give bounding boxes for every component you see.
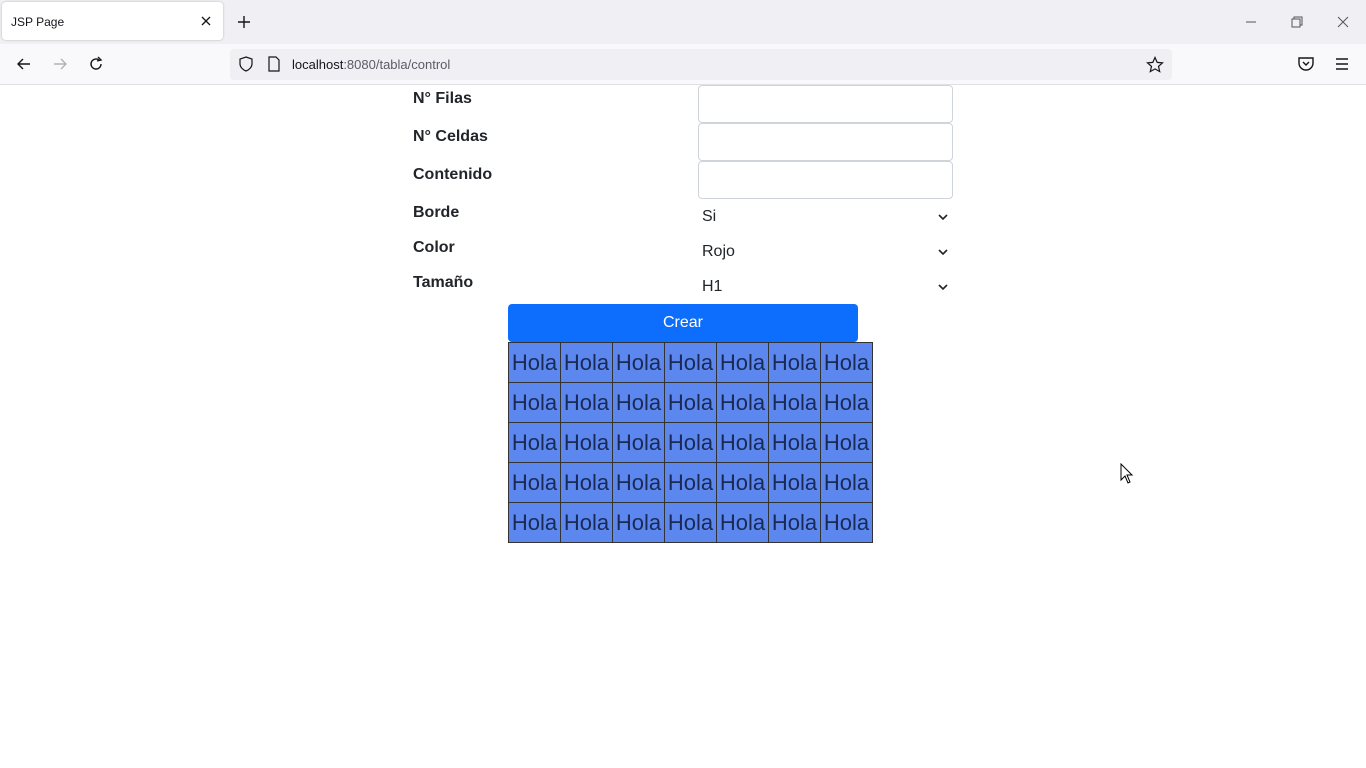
- table-cell: Hola: [612, 342, 665, 383]
- reload-icon[interactable]: [86, 54, 106, 74]
- url-bar[interactable]: localhost:8080/tabla/control: [230, 49, 1172, 80]
- table-cell: Hola: [664, 422, 717, 463]
- table-body: Hola Hola Hola Hola Hola Hola Hola Hola Hola Hola…: [508, 342, 873, 543]
- page-icon[interactable]: [266, 56, 282, 72]
- table-cell: Hola: [508, 502, 561, 543]
- table-cell: Hola: [612, 422, 665, 463]
- table-cell: Hola: [508, 462, 561, 503]
- browser-nav-bar: localhost:8080/tabla/control: [0, 44, 1366, 85]
- close-window-icon[interactable]: [1333, 12, 1353, 32]
- close-tab-icon[interactable]: [198, 13, 214, 29]
- forward-icon[interactable]: [50, 54, 70, 74]
- table-cell: Hola: [664, 462, 717, 503]
- mouse-cursor-icon: [1120, 463, 1134, 484]
- table-cell: Hola: [612, 502, 665, 543]
- table-cell: Hola: [508, 342, 561, 383]
- tamano-select[interactable]: H1: [698, 272, 953, 302]
- table-cell: Hola: [820, 382, 873, 423]
- back-icon[interactable]: [14, 54, 34, 74]
- chevron-down-icon: [938, 214, 948, 221]
- table-row: Hola Hola Hola Hola Hola Hola Hola: [508, 382, 873, 423]
- table-cell: Hola: [820, 342, 873, 383]
- table-cell: Hola: [768, 342, 821, 383]
- table-cell: Hola: [820, 422, 873, 463]
- color-label: Color: [413, 239, 455, 256]
- table-cell: Hola: [716, 422, 769, 463]
- chevron-down-icon: [938, 249, 948, 256]
- table-cell: Hola: [612, 382, 665, 423]
- table-cell: Hola: [560, 422, 613, 463]
- borde-select-value: Si: [702, 208, 717, 225]
- generated-table: Hola Hola Hola Hola Hola Hola Hola Hola Hola Hola…: [508, 342, 873, 543]
- menu-icon[interactable]: [1332, 54, 1352, 74]
- url-host: localhost: [292, 57, 344, 72]
- table-cell: Hola: [664, 382, 717, 423]
- table-cell: Hola: [560, 382, 613, 423]
- borde-select[interactable]: Si: [698, 202, 953, 232]
- table-cell: Hola: [560, 502, 613, 543]
- table-cell: Hola: [820, 462, 873, 503]
- table-cell: Hola: [716, 382, 769, 423]
- table-cell: Hola: [716, 502, 769, 543]
- table-cell: Hola: [768, 502, 821, 543]
- table-cell: Hola: [768, 422, 821, 463]
- celdas-label: N° Celdas: [413, 128, 488, 145]
- new-tab-icon[interactable]: [234, 12, 254, 32]
- table-cell: Hola: [560, 462, 613, 503]
- table-cell: Hola: [768, 462, 821, 503]
- filas-input[interactable]: [698, 85, 953, 123]
- color-select-value: Rojo: [702, 243, 735, 260]
- browser-tab[interactable]: JSP Page: [2, 2, 223, 40]
- url-path: :8080/tabla/control: [343, 57, 451, 72]
- restore-icon[interactable]: [1287, 12, 1307, 32]
- browser-tab-bar: JSP Page: [0, 0, 1366, 44]
- tab-title: JSP Page: [11, 15, 65, 29]
- chevron-down-icon: [938, 284, 948, 291]
- table-cell: Hola: [664, 502, 717, 543]
- page-content: N° Filas N° Celdas Contenido Borde Si Co…: [0, 85, 1366, 768]
- filas-label: N° Filas: [413, 90, 472, 107]
- contenido-input[interactable]: [698, 161, 953, 199]
- crear-button[interactable]: Crear: [508, 304, 858, 342]
- contenido-label: Contenido: [413, 166, 493, 183]
- tamano-label: Tamaño: [413, 274, 474, 291]
- url-text[interactable]: localhost:8080/tabla/control: [292, 57, 450, 72]
- table-cell: Hola: [716, 462, 769, 503]
- table-row: Hola Hola Hola Hola Hola Hola Hola: [508, 422, 873, 463]
- table-row: Hola Hola Hola Hola Hola Hola Hola: [508, 502, 873, 543]
- table-cell: Hola: [768, 382, 821, 423]
- minimize-icon[interactable]: [1241, 12, 1261, 32]
- table-cell: Hola: [508, 422, 561, 463]
- pocket-icon[interactable]: [1296, 54, 1316, 74]
- table-cell: Hola: [820, 502, 873, 543]
- bookmark-star-icon[interactable]: [1146, 56, 1164, 74]
- table-cell: Hola: [508, 382, 561, 423]
- table-row: Hola Hola Hola Hola Hola Hola Hola: [508, 462, 873, 503]
- celdas-input[interactable]: [698, 123, 953, 161]
- table-row: Hola Hola Hola Hola Hola Hola Hola: [508, 342, 873, 383]
- table-cell: Hola: [612, 462, 665, 503]
- borde-label: Borde: [413, 204, 460, 221]
- table-cell: Hola: [560, 342, 613, 383]
- color-select[interactable]: Rojo: [698, 237, 953, 267]
- tamano-select-value: H1: [702, 278, 723, 295]
- shield-icon[interactable]: [238, 56, 254, 72]
- table-cell: Hola: [716, 342, 769, 383]
- table-cell: Hola: [664, 342, 717, 383]
